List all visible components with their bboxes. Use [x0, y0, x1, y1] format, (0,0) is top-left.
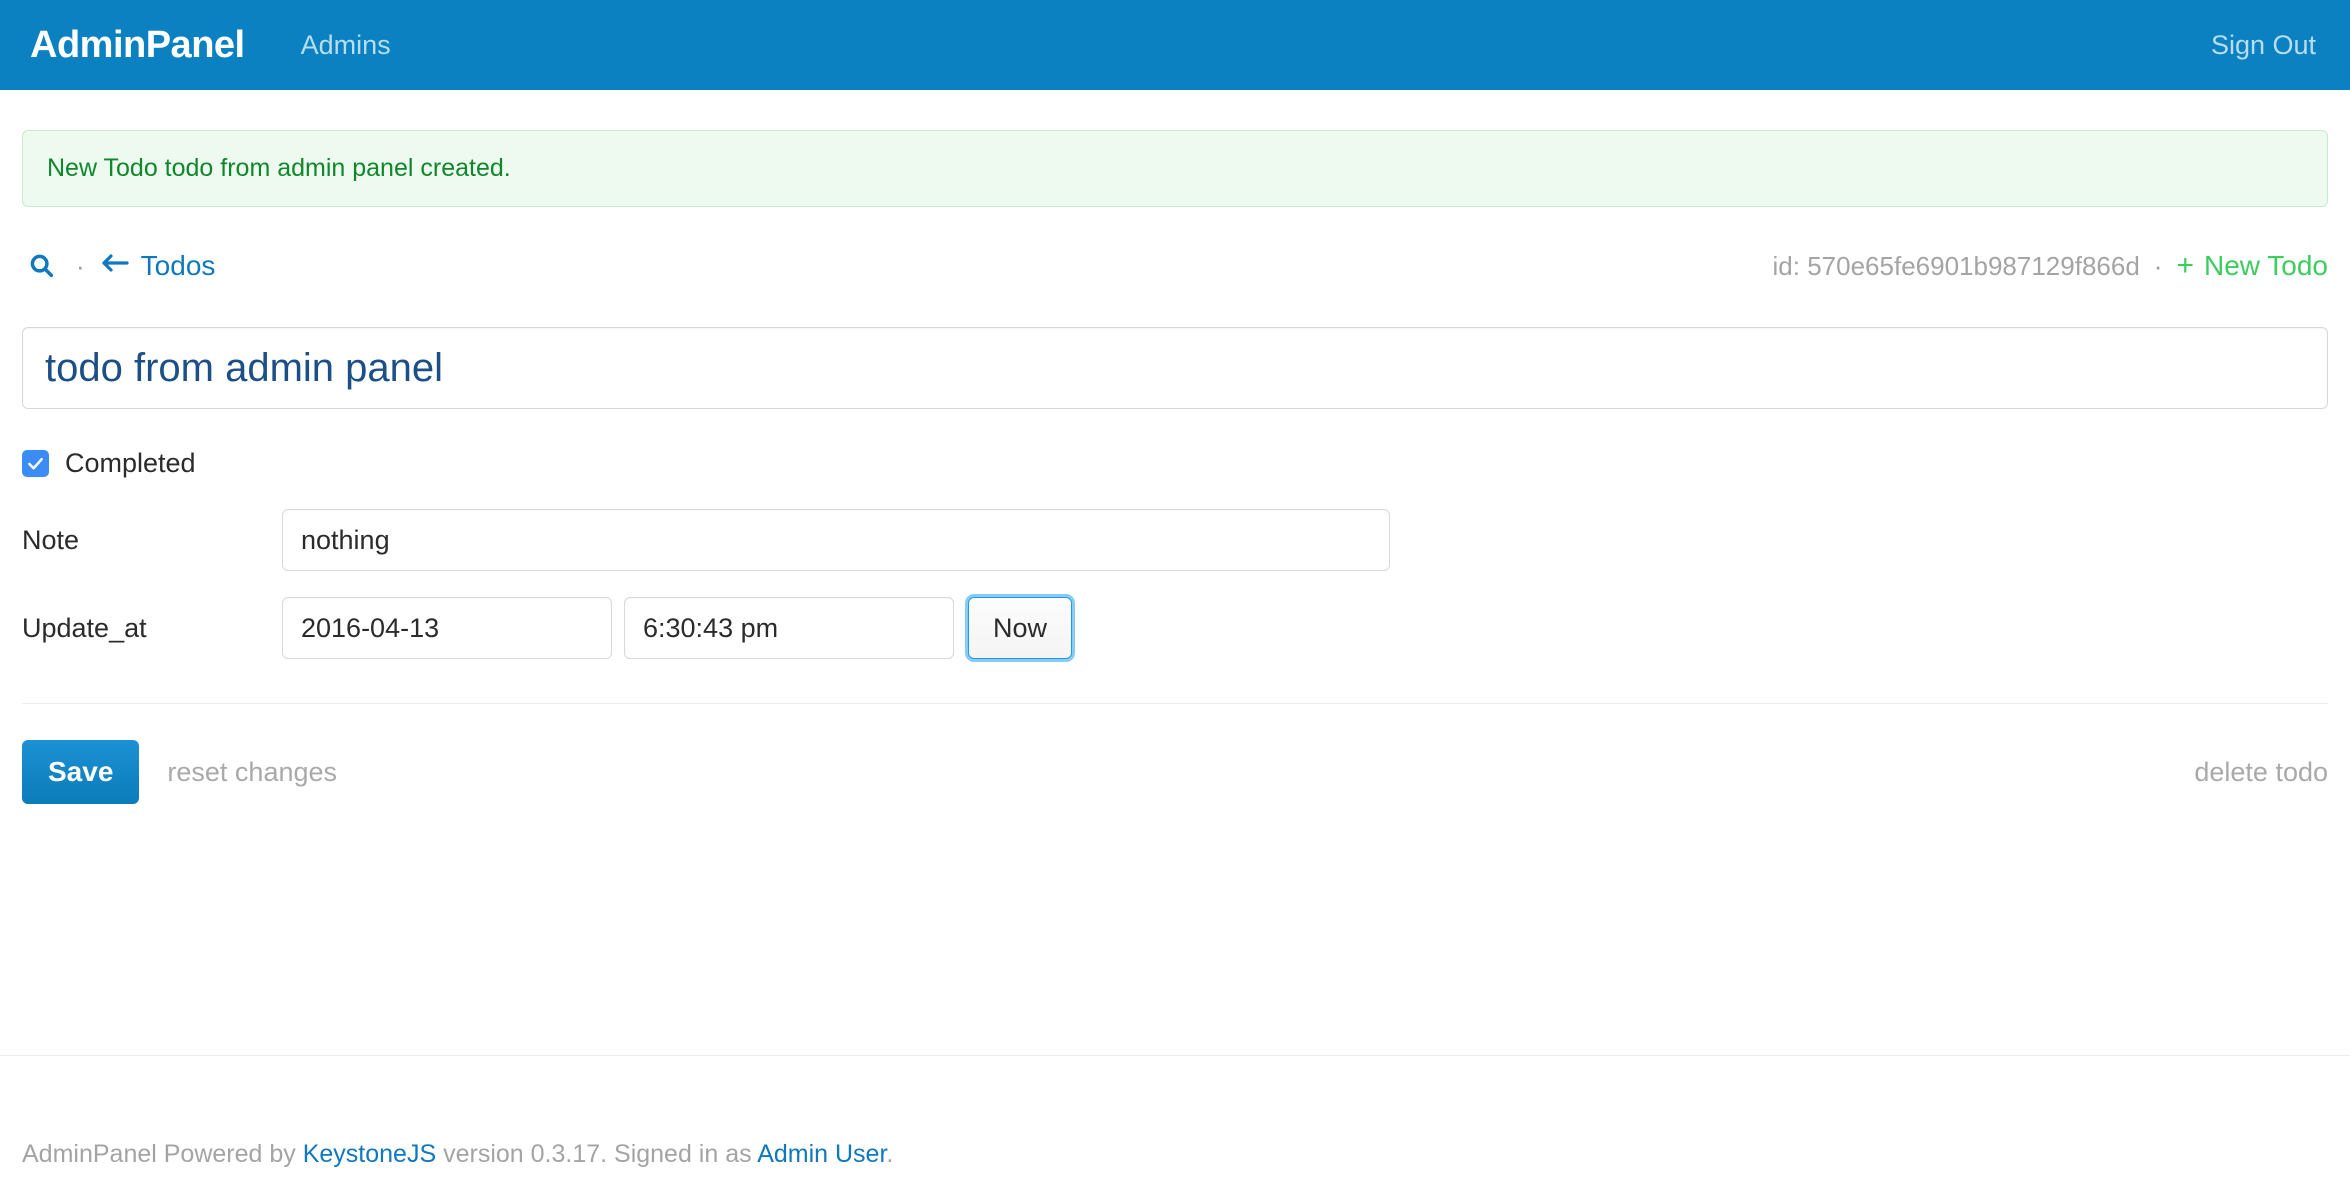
toolbar-separator-2: ·: [2153, 251, 2163, 281]
completed-field-row: Completed: [22, 443, 2328, 483]
update-at-field-row: Update_at Now: [22, 597, 2328, 659]
completed-checkbox[interactable]: [22, 449, 49, 477]
update-at-time-input[interactable]: [624, 597, 954, 659]
top-navbar: AdminPanel Admins Sign Out: [0, 0, 2350, 90]
keystonejs-link[interactable]: KeystoneJS: [303, 1140, 436, 1168]
success-alert-message: New Todo todo from admin panel created.: [47, 154, 511, 182]
page-footer: AdminPanel Powered by KeystoneJS version…: [22, 1140, 893, 1169]
footer-divider: [0, 1055, 2350, 1056]
update-at-date-input[interactable]: [282, 597, 612, 659]
note-input[interactable]: [282, 509, 1390, 571]
arrow-left-icon: [99, 250, 129, 282]
new-todo-button[interactable]: + New Todo: [2176, 250, 2328, 282]
plus-icon: +: [2176, 249, 2194, 282]
delete-todo-link[interactable]: delete todo: [2194, 757, 2328, 788]
todo-form: Completed Note Update_at Now: [22, 443, 2328, 659]
item-toolbar: · Todos id: 570e65fe6901b987129f866d · +…: [22, 245, 2328, 287]
toolbar-left-group: · Todos: [22, 250, 215, 282]
sign-out-link[interactable]: Sign Out: [2207, 24, 2320, 67]
back-to-todos-link[interactable]: Todos: [99, 250, 216, 282]
page-container: New Todo todo from admin panel created. …: [0, 130, 2350, 804]
search-icon[interactable]: [22, 250, 62, 282]
item-id-label: id: 570e65fe6901b987129f866d: [1772, 250, 2140, 281]
todo-name-input[interactable]: [22, 327, 2328, 409]
form-divider: [22, 703, 2328, 704]
note-label: Note: [22, 524, 80, 555]
footer-middle: version 0.3.17. Signed in as: [436, 1140, 758, 1168]
nav-item-admins[interactable]: Admins: [297, 24, 395, 67]
completed-label: Completed: [65, 447, 196, 478]
new-todo-label: New Todo: [2203, 250, 2328, 281]
toolbar-right-group: id: 570e65fe6901b987129f866d · + New Tod…: [1773, 250, 2328, 282]
set-now-button[interactable]: Now: [968, 597, 1072, 659]
note-field-row: Note: [22, 509, 2328, 571]
footer-suffix: .: [886, 1140, 894, 1168]
back-link-label: Todos: [140, 250, 216, 281]
save-button[interactable]: Save: [22, 740, 140, 804]
brand-logo[interactable]: AdminPanel: [30, 24, 245, 67]
footer-prefix: AdminPanel Powered by: [22, 1140, 303, 1168]
reset-changes-link[interactable]: reset changes: [167, 757, 337, 788]
toolbar-separator: ·: [76, 251, 85, 281]
update-at-label: Update_at: [22, 612, 147, 643]
form-action-bar: Save reset changes delete todo: [22, 740, 2328, 804]
admin-user-link[interactable]: Admin User: [757, 1140, 886, 1168]
success-alert: New Todo todo from admin panel created.: [22, 130, 2328, 207]
